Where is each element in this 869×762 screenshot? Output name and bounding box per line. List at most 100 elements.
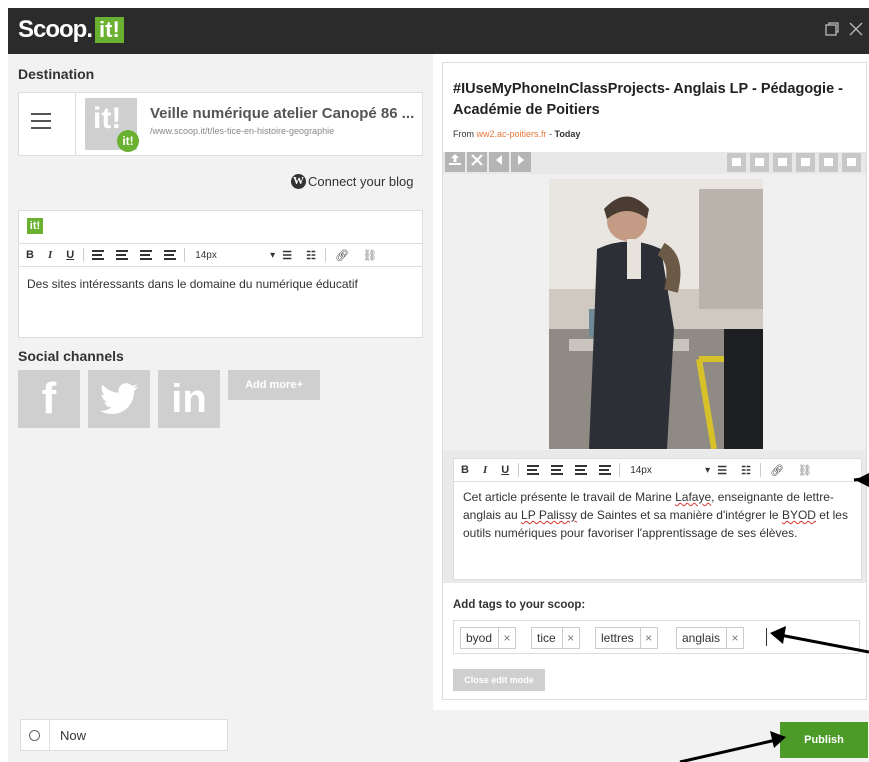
publish-time-value[interactable]: Now [60, 728, 86, 743]
divider [518, 463, 520, 477]
remove-tag-icon[interactable]: × [639, 628, 657, 648]
underline-button[interactable]: U [494, 464, 516, 476]
misspelled-word: Lafaye [675, 490, 712, 504]
tag-chip: byod × [460, 627, 517, 649]
layout-image-right-icon[interactable] [842, 153, 861, 172]
close-icon[interactable] [849, 22, 863, 41]
twitter-button[interactable] [88, 370, 150, 428]
previous-image-icon[interactable] [489, 152, 509, 172]
align-justify-icon[interactable] [599, 465, 612, 475]
left-panel: Destination it! it! Veille numérique ate… [8, 54, 433, 710]
add-more-button[interactable]: Add more+ [228, 370, 320, 400]
link-icon[interactable]: 🔗︎ [763, 464, 791, 477]
article-photo [549, 179, 763, 449]
description-text[interactable]: Cet article présente le travail de Marin… [454, 482, 861, 548]
article-date: Today [554, 129, 581, 139]
align-right-icon[interactable] [140, 250, 153, 260]
connect-blog-link[interactable]: W Connect your blog [291, 174, 414, 189]
destination-card[interactable]: it! it! Veille numérique atelier Canopé … [18, 92, 423, 156]
align-right-icon[interactable] [575, 465, 588, 475]
remove-tag-icon[interactable]: × [561, 628, 579, 648]
font-size-value: 14px [630, 464, 652, 476]
editor-toolbar: B I U 14px ▾ ☰ ☷ 🔗︎ ⛓︎ [454, 459, 861, 482]
social-channels-heading: Social channels [18, 348, 124, 364]
description-editor[interactable]: B I U 14px ▾ ☰ ☷ 🔗︎ ⛓︎ Cet article présen… [453, 458, 862, 580]
layout-image-top-icon[interactable] [819, 153, 838, 172]
bold-button[interactable]: B [454, 464, 476, 476]
remove-tag-icon[interactable]: × [498, 628, 515, 648]
divider [75, 93, 76, 155]
tag-label: tice [537, 631, 556, 645]
misspelled-word: LP Palissy [521, 508, 577, 522]
publish-time-field[interactable]: Now [20, 719, 228, 751]
remove-image-icon[interactable] [467, 152, 487, 172]
divider [759, 463, 761, 477]
font-size-value: 14px [195, 249, 217, 261]
linkedin-button[interactable]: in [158, 370, 220, 428]
comment-text[interactable]: Des sites intéressants dans le domaine d… [19, 267, 422, 301]
article-title[interactable]: #IUseMyPhoneInClassProjects- Anglais LP … [453, 79, 853, 121]
italic-button[interactable]: I [476, 464, 494, 476]
layout-image-medium-icon[interactable] [773, 153, 792, 172]
header-bar: Scoop. it! [8, 8, 869, 54]
align-justify-icon[interactable] [164, 250, 177, 260]
publish-button[interactable]: Publish [780, 722, 868, 758]
destination-heading: Destination [18, 66, 95, 82]
numbered-list-icon[interactable]: ☷ [734, 464, 758, 477]
wordpress-icon: W [291, 174, 306, 189]
align-center-icon[interactable] [116, 250, 129, 260]
align-center-icon[interactable] [551, 465, 564, 475]
layout-image-left-icon[interactable] [796, 153, 815, 172]
bold-button[interactable]: B [19, 249, 41, 261]
scoop-preview-panel: #IUseMyPhoneInClassProjects- Anglais LP … [442, 62, 867, 700]
maximize-icon[interactable] [825, 22, 839, 41]
thumbnail-logo-text: it! [93, 102, 122, 135]
tag-chip: anglais × [676, 627, 745, 649]
link-icon[interactable]: 🔗︎ [328, 249, 356, 262]
underline-button[interactable]: U [59, 249, 81, 261]
comment-editor[interactable]: it! B I U 14px ▾ ☰ ☷ 🔗︎ ⛓︎ Des sites inté… [18, 210, 423, 338]
source-link[interactable]: ww2.ac-poitiers.fr [477, 129, 547, 139]
font-size-select[interactable]: 14px ▾ [622, 465, 710, 476]
logo-text: Scoop. [18, 16, 93, 43]
footer-bar: Now Publish [8, 710, 869, 762]
editor-header: it! [19, 211, 422, 243]
numbered-list-icon[interactable]: ☷ [299, 249, 323, 262]
facebook-button[interactable]: f [18, 370, 80, 428]
tags-input[interactable]: byod × tice × lettres × anglais × [453, 620, 860, 654]
description-part: Cet article présente le travail de Marin… [463, 490, 676, 504]
tag-label: lettres [601, 631, 634, 645]
scoopit-logo: Scoop. it! [18, 14, 124, 46]
divider [49, 720, 50, 750]
close-edit-mode-button[interactable]: Close edit mode [453, 669, 545, 691]
upload-image-icon[interactable] [445, 152, 465, 172]
bullet-list-icon[interactable]: ☰ [275, 249, 299, 262]
divider [83, 248, 85, 262]
layout-image-only-icon[interactable] [727, 153, 746, 172]
italic-button[interactable]: I [41, 249, 59, 261]
layout-image-small-icon[interactable] [750, 153, 769, 172]
topic-thumbnail: it! it! [85, 98, 139, 152]
thumbnail-badge: it! [117, 130, 139, 152]
text-cursor [766, 628, 767, 646]
divider [324, 248, 326, 262]
next-image-icon[interactable] [511, 152, 531, 172]
editor-toolbar: B I U 14px ▾ ☰ ☷ 🔗︎ ⛓︎ [19, 243, 422, 267]
font-size-select[interactable]: 14px ▾ [187, 250, 275, 261]
bullet-list-icon[interactable]: ☰ [710, 464, 734, 477]
unlink-icon[interactable]: ⛓︎ [791, 464, 819, 477]
date-separator: - [546, 129, 555, 139]
scoopit-badge: it! [27, 218, 43, 234]
menu-icon[interactable] [31, 113, 51, 134]
tags-heading: Add tags to your scoop: [453, 599, 586, 611]
from-label: From [453, 129, 477, 139]
remove-tag-icon[interactable]: × [726, 628, 743, 648]
unlink-icon[interactable]: ⛓︎ [356, 249, 384, 262]
topic-title[interactable]: Veille numérique atelier Canopé 86 ... [150, 105, 415, 122]
align-left-icon[interactable] [92, 250, 105, 260]
tag-chip: lettres × [595, 627, 658, 649]
window-controls [825, 22, 863, 41]
tag-label: byod [466, 631, 493, 645]
twitter-icon [100, 383, 138, 415]
align-left-icon[interactable] [527, 465, 540, 475]
